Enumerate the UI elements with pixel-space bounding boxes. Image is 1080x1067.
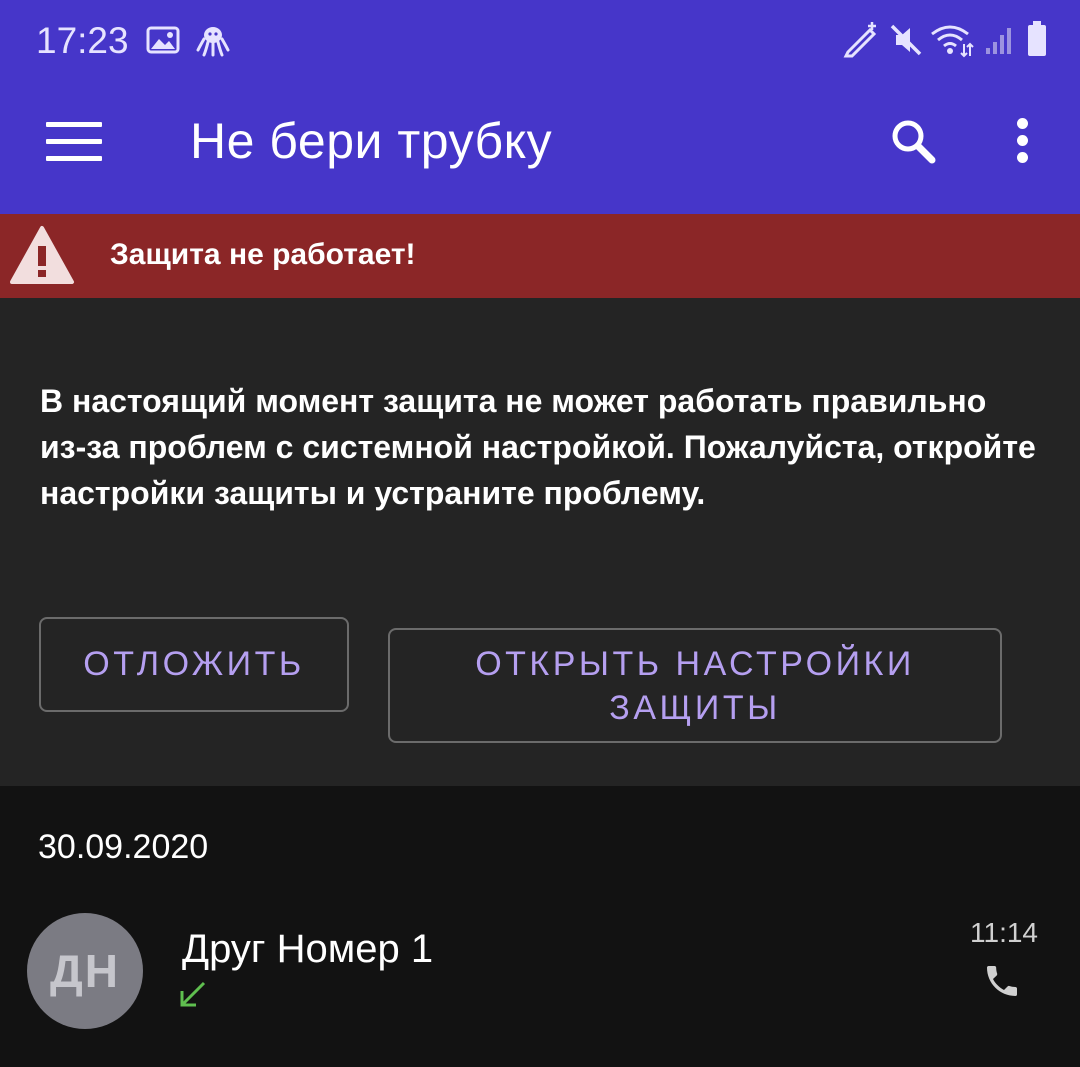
call-log-item[interactable]: ДН Друг Номер 1 11:14 <box>0 905 1080 1035</box>
search-icon[interactable] <box>888 116 940 168</box>
hamburger-menu-icon <box>46 122 102 127</box>
hamburger-line <box>46 156 102 161</box>
postpone-button[interactable]: ОТЛОЖИТЬ <box>39 617 349 712</box>
warning-icon <box>10 226 74 284</box>
mute-icon <box>890 24 922 56</box>
incoming-call-arrow-icon <box>180 981 206 1007</box>
menu-button[interactable] <box>46 122 102 164</box>
status-bar: 17:23 <box>0 0 1080 84</box>
nfc-pen-icon <box>843 22 877 58</box>
open-protection-settings-button[interactable]: ОТКРЫТЬ НАСТРОЙКИ ЗАЩИТЫ <box>388 628 1002 743</box>
hamburger-line <box>46 139 102 144</box>
battery-icon <box>1028 21 1046 56</box>
warning-banner: Защита не работает! <box>0 214 1080 298</box>
avatar: ДН <box>27 913 143 1029</box>
signal-icon <box>986 28 1011 54</box>
contact-name: Друг Номер 1 <box>182 927 434 971</box>
warning-card: В настоящий момент защита не может работ… <box>0 298 1080 786</box>
more-options-icon[interactable] <box>1006 118 1038 168</box>
wifi-icon <box>931 25 974 58</box>
phone-icon[interactable] <box>982 961 1022 1001</box>
gallery-notification-icon <box>146 26 180 54</box>
page-title: Не бери трубку <box>190 113 553 169</box>
status-time: 17:23 <box>36 20 129 61</box>
warning-title: Защита не работает! <box>110 238 416 271</box>
date-header: 30.09.2020 <box>38 828 209 866</box>
warning-message: В настоящий момент защита не может работ… <box>40 383 1036 511</box>
call-time: 11:14 <box>970 917 1038 948</box>
app-bar: Не бери трубку <box>0 84 1080 214</box>
octopus-notification-icon <box>196 27 230 57</box>
